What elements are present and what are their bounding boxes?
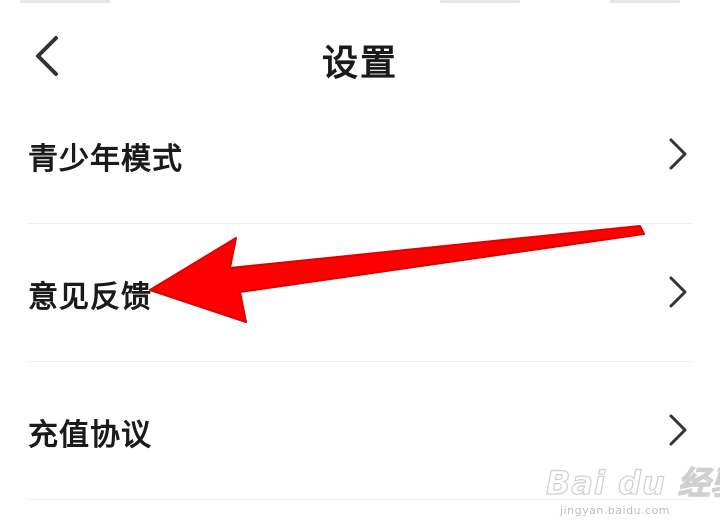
settings-item-label: 意见反馈 (28, 280, 152, 315)
settings-item-label: 充值协议 (28, 418, 152, 453)
page-title: 设置 (321, 43, 398, 84)
settings-item-youth-mode[interactable]: 青少年模式 (0, 86, 720, 224)
chevron-right-icon (669, 276, 687, 308)
watermark-url: jingyan.baidu.com (560, 504, 671, 517)
watermark-logo: Bai du 经验 (545, 463, 720, 502)
chevron-right-icon (669, 138, 687, 170)
settings-item-feedback[interactable]: 意见反馈 (0, 224, 720, 362)
chevron-right-icon (669, 414, 687, 446)
settings-item-label: 青少年模式 (28, 142, 183, 177)
baidu-jingyan-watermark: Bai du 经验 jingyan.baidu.com (545, 454, 720, 526)
